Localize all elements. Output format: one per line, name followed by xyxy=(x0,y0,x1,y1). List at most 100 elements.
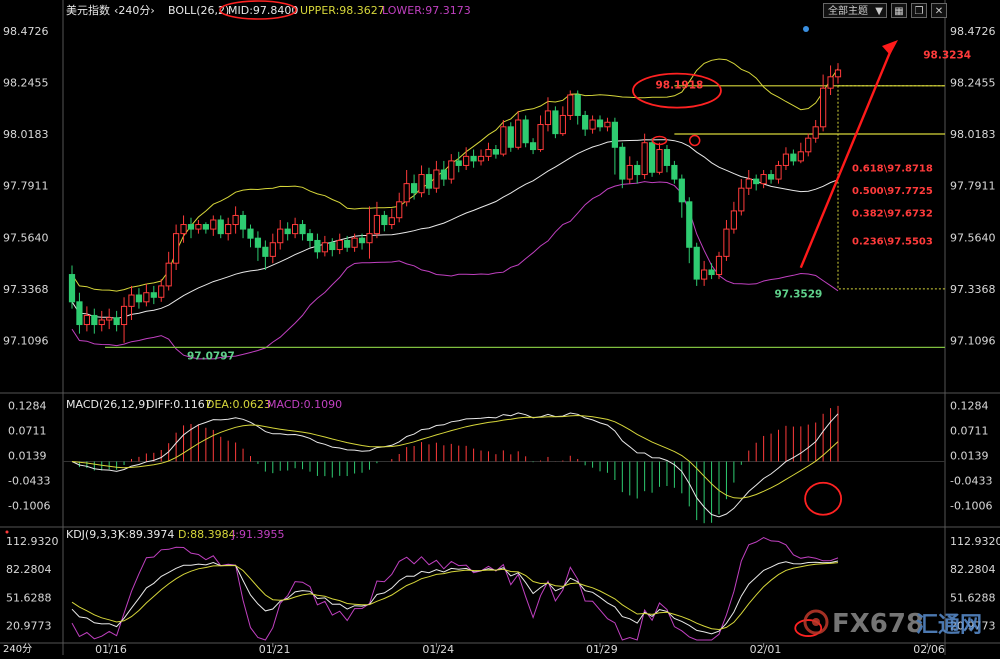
close-icon: ✕ xyxy=(934,6,944,17)
candle-body xyxy=(269,242,276,257)
xtick-label-5: 02/06 xyxy=(913,643,945,655)
candle-body xyxy=(611,121,618,148)
macd-ytick-left-0: 0.1284 xyxy=(8,399,47,412)
candle-body xyxy=(745,178,752,189)
candle-78 xyxy=(648,138,656,177)
candle-body xyxy=(232,214,239,226)
xtick-label-2: 01/24 xyxy=(422,643,454,655)
candle-body xyxy=(463,155,470,166)
chart-stage: 0.618\97.8718 0.500\97.7725 0.382\97.6732 0… xyxy=(0,0,1000,656)
candle-body xyxy=(686,201,693,248)
candle-body xyxy=(277,228,284,244)
kdj-corner-label: 240分 xyxy=(3,643,32,655)
candle-body xyxy=(195,224,202,230)
fib-level-label-1: 0.500\97.7725 xyxy=(852,186,933,197)
candle-body xyxy=(492,149,500,155)
candle-body xyxy=(753,178,760,185)
candle-body xyxy=(767,174,775,180)
xtick-label-1: 01/21 xyxy=(259,643,291,655)
candle-body xyxy=(120,305,128,326)
price-ytick-right-0: 98.4726 xyxy=(950,25,996,38)
theme-dropdown[interactable]: 全部主题 ▼ xyxy=(823,3,887,18)
candle-body xyxy=(210,219,217,230)
chart-svg: 0.618\97.8718 0.500\97.7725 0.382\97.6732 0… xyxy=(0,0,1000,656)
close-button[interactable]: ✕ xyxy=(931,3,947,18)
candle-body xyxy=(782,153,790,166)
candle-67 xyxy=(567,90,574,120)
candle-body xyxy=(351,237,358,248)
candle-body xyxy=(180,224,187,235)
restore-button[interactable]: ❐ xyxy=(911,3,927,18)
period-value: 240分 xyxy=(118,4,150,17)
price-ytick-right-4: 97.5640 xyxy=(950,231,996,244)
kdj-ytick-left-1: 82.2804 xyxy=(6,563,52,576)
candle-body xyxy=(626,164,633,180)
candle-body xyxy=(797,151,804,162)
macd-value-label: MACD:0.1090 xyxy=(267,398,342,411)
candle-body xyxy=(448,160,455,180)
candle-body xyxy=(537,124,544,151)
candle-body xyxy=(433,169,440,189)
candle-61 xyxy=(522,115,529,148)
xtick-label-4: 02/01 xyxy=(750,643,782,655)
candle-body xyxy=(708,269,715,276)
candle-body xyxy=(344,239,351,248)
candle-body xyxy=(671,164,678,180)
watermark-cn: 汇通网 xyxy=(916,613,982,638)
candle-body xyxy=(366,233,373,244)
fib-level-label-2: 0.382\97.6732 xyxy=(852,208,933,219)
grid-button[interactable]: ▦ xyxy=(891,3,907,18)
period-label: ‹240分› xyxy=(114,4,155,17)
candle-body xyxy=(507,126,514,148)
candle-body xyxy=(485,149,492,157)
xtick-label-3: 01/29 xyxy=(586,643,618,655)
candle-body xyxy=(619,146,626,180)
candle-body xyxy=(217,219,224,235)
price-annotation-0: 98.1918 xyxy=(656,80,704,92)
candle-body xyxy=(381,214,388,226)
price-ytick-left-1: 98.2455 xyxy=(3,76,49,89)
candle-body xyxy=(477,155,485,162)
candle-body xyxy=(834,69,842,78)
fib-level-label-3: 0.236\97.5503 xyxy=(852,236,933,247)
kdj-ytick-left-3: 20.9773 xyxy=(6,619,52,632)
price-ytick-right-1: 98.2455 xyxy=(950,76,996,89)
price-ytick-left-5: 97.3368 xyxy=(3,283,49,296)
macd-ytick-right-1: 0.0711 xyxy=(950,424,989,437)
macd-ytick-right-0: 0.1284 xyxy=(950,399,989,412)
candle-body xyxy=(790,153,797,162)
candle-body xyxy=(76,301,83,326)
candle-body xyxy=(693,246,700,280)
kdj-ytick-left-2: 51.6288 xyxy=(6,591,52,604)
macd-ytick-left-4: -0.1006 xyxy=(8,500,50,513)
candle-body xyxy=(91,314,98,326)
candle-body xyxy=(173,233,180,264)
candle-84 xyxy=(693,242,700,286)
kdj-dot-marker xyxy=(5,530,9,534)
price-ytick-right-3: 97.7911 xyxy=(950,180,996,193)
candle-body xyxy=(128,294,135,307)
candle-body xyxy=(455,160,462,166)
price-ytick-left-0: 98.4726 xyxy=(3,25,49,38)
candle-body xyxy=(98,319,105,326)
candle-body xyxy=(775,164,782,180)
price-annotation-2: 97.0797 xyxy=(187,350,235,362)
candle-body xyxy=(760,174,767,185)
candle-body xyxy=(225,224,232,235)
candle-body xyxy=(202,224,209,230)
upper-label: UPPER:98.3627 xyxy=(300,4,385,17)
lower-label: LOWER:97.3173 xyxy=(382,4,471,17)
indicator-title: 美元指数 xyxy=(66,3,110,17)
candle-body xyxy=(701,269,708,280)
candle-body xyxy=(247,228,254,239)
macd-ytick-left-1: 0.0711 xyxy=(8,424,47,437)
candle-body xyxy=(805,137,812,153)
candle-body xyxy=(321,242,328,253)
candle-body xyxy=(552,110,559,135)
candle-body xyxy=(500,126,507,155)
kdj-ytick-right-2: 51.6288 xyxy=(950,591,996,604)
candle-body xyxy=(820,87,827,128)
candle-body xyxy=(165,262,172,287)
candle-body xyxy=(106,317,113,321)
candle-body xyxy=(648,142,656,173)
